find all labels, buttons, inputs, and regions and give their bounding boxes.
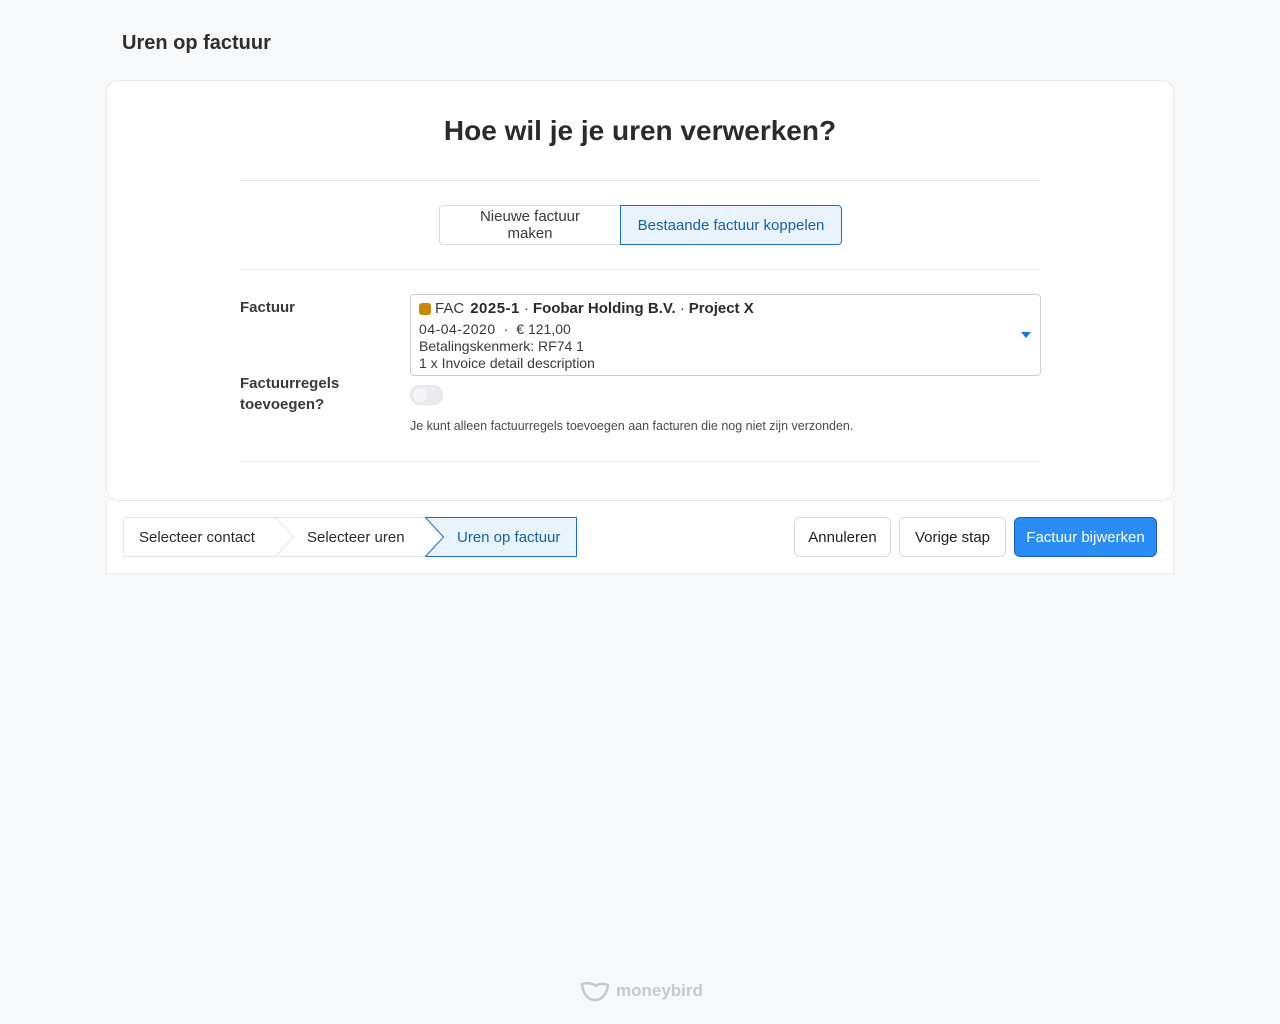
- step-label: Selecteer contact: [139, 528, 255, 546]
- add-lines-label-line1: Factuurregels: [240, 375, 340, 392]
- toggle-knob: [413, 388, 427, 402]
- wizard-footer: Selecteer contact Selecteer uren Uren op…: [106, 501, 1174, 574]
- bird-icon: [580, 981, 610, 1002]
- add-lines-label-line2: toevoegen?: [240, 396, 325, 413]
- step-select-contact[interactable]: Selecteer contact: [123, 517, 293, 557]
- invoice-hours-card: Hoe wil je je uren verwerken? Nieuwe fac…: [106, 80, 1174, 501]
- step-select-hours[interactable]: Selecteer uren: [275, 517, 444, 557]
- separator: ·: [503, 321, 509, 337]
- step-label: Selecteer uren: [307, 528, 405, 546]
- invoice-status-icon: [419, 303, 431, 315]
- cancel-button[interactable]: Annuleren: [794, 517, 891, 557]
- brand-name: moneybird: [616, 981, 703, 1000]
- step-label: Uren op factuur: [457, 528, 561, 546]
- chevron-down-icon: [1021, 332, 1031, 338]
- invoice-label: Factuur: [240, 299, 296, 316]
- invoice-contact: Foobar Holding B.V.: [532, 300, 676, 317]
- update-invoice-button[interactable]: Factuur bijwerken: [1014, 517, 1157, 557]
- invoice-amount: € 121,00: [516, 321, 571, 337]
- page-title: Uren op factuur: [122, 32, 271, 54]
- invoice-project: Project X: [688, 300, 754, 317]
- add-lines-hint: Je kunt alleen factuurregels toevoegen a…: [410, 419, 854, 433]
- wizard-steps: Selecteer contact Selecteer uren Uren op…: [123, 517, 577, 557]
- previous-step-button[interactable]: Vorige stap: [899, 517, 1006, 557]
- invoice-number: 2025-1: [470, 300, 520, 317]
- moneybird-logo: moneybird: [580, 980, 703, 1002]
- divider: [240, 461, 1040, 462]
- invoice-date: 04-04-2020: [419, 321, 496, 337]
- separator: ·: [523, 300, 529, 317]
- divider: [240, 269, 1040, 270]
- divider: [240, 180, 1040, 181]
- question-heading: Hoe wil je je uren verwerken?: [443, 115, 837, 146]
- invoice-payment-reference: Betalingskenmerk: RF74 1: [419, 338, 584, 354]
- invoice-detail: 1 x Invoice detail description: [419, 355, 595, 371]
- processing-option-toggle: Nieuwe factuur maken Bestaande factuur k…: [439, 205, 842, 245]
- add-lines-label: Factuurregels toevoegen?: [240, 373, 339, 415]
- invoice-prefix: FAC: [435, 300, 465, 317]
- add-lines-toggle[interactable]: [410, 385, 443, 405]
- step-hours-on-invoice[interactable]: Uren op factuur: [425, 517, 577, 557]
- new-invoice-option[interactable]: Nieuwe factuur maken: [439, 205, 620, 245]
- separator: ·: [679, 300, 685, 317]
- invoice-select[interactable]: FAC 2025-1 · Foobar Holding B.V. · Proje…: [410, 294, 1041, 376]
- existing-invoice-option[interactable]: Bestaande factuur koppelen: [620, 205, 842, 245]
